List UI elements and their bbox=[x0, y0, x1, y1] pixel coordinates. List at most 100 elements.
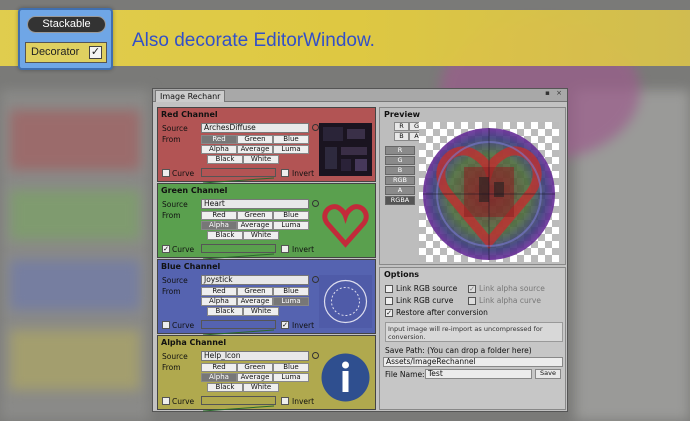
green-from-label: From bbox=[162, 211, 181, 220]
mode-rgb-button[interactable]: RGB bbox=[385, 176, 415, 185]
alpha-from-green-button[interactable]: Green bbox=[237, 363, 273, 372]
window-tab[interactable]: Image Rechanr bbox=[155, 90, 226, 102]
blue-channel-panel: Blue Channel Source Joystick From Red Green Bl… bbox=[157, 259, 376, 336]
red-from-white-button[interactable]: White bbox=[243, 155, 279, 164]
alpha-curve-checkbox[interactable] bbox=[162, 397, 170, 405]
red-source-field[interactable]: ArchesDiffuse bbox=[201, 123, 309, 133]
alpha-object-picker-icon[interactable] bbox=[312, 352, 319, 359]
green-source-field[interactable]: Heart bbox=[201, 199, 309, 209]
red-from-luma-button[interactable]: Luma bbox=[273, 145, 309, 154]
restore-row[interactable]: ✓ Restore after conversion bbox=[385, 308, 488, 317]
alpha-source-field[interactable]: Help_Icon bbox=[201, 351, 309, 361]
decorator-toggle[interactable]: Decorator ✓ bbox=[25, 42, 107, 63]
mode-g-button[interactable]: G bbox=[385, 156, 415, 165]
alpha-from-luma-button[interactable]: Luma bbox=[273, 373, 309, 382]
alpha-invert-checkbox[interactable] bbox=[281, 397, 289, 405]
green-from-red-button[interactable]: Red bbox=[201, 211, 237, 220]
green-curve-checkbox[interactable]: ✓ bbox=[162, 245, 170, 253]
green-invert-label: Invert bbox=[292, 245, 315, 254]
red-from-label: From bbox=[162, 135, 181, 144]
preview-r-button[interactable]: R bbox=[394, 122, 409, 131]
blue-object-picker-icon[interactable] bbox=[312, 276, 319, 283]
blue-from-luma-button[interactable]: Luma bbox=[273, 297, 309, 306]
red-from-average-button[interactable]: Average bbox=[237, 145, 273, 154]
green-from-blue-button[interactable]: Blue bbox=[273, 211, 309, 220]
link-alpha-curve-checkbox[interactable] bbox=[468, 297, 476, 305]
window-tab-bar: Image Rechanr ▪ × bbox=[153, 89, 567, 102]
link-alpha-source-label: Link alpha source bbox=[479, 284, 545, 293]
link-rgb-source-checkbox[interactable] bbox=[385, 285, 393, 293]
red-from-alpha-button[interactable]: Alpha bbox=[201, 145, 237, 154]
blue-from-green-button[interactable]: Green bbox=[237, 287, 273, 296]
link-rgb-source-row[interactable]: Link RGB source bbox=[385, 284, 457, 293]
link-alpha-source-row[interactable]: ✓ Link alpha source bbox=[468, 284, 545, 293]
green-from-alpha-button[interactable]: Alpha bbox=[201, 221, 237, 230]
alpha-from-blue-button[interactable]: Blue bbox=[273, 363, 309, 372]
save-button[interactable]: Save bbox=[535, 369, 561, 379]
red-from-row: Black White bbox=[207, 155, 279, 164]
link-alpha-source-checkbox[interactable]: ✓ bbox=[468, 285, 476, 293]
green-from-average-button[interactable]: Average bbox=[237, 221, 273, 230]
blue-curve-checkbox[interactable] bbox=[162, 321, 170, 329]
green-from-white-button[interactable]: White bbox=[243, 231, 279, 240]
green-from-black-button[interactable]: Black bbox=[207, 231, 243, 240]
restore-checkbox[interactable]: ✓ bbox=[385, 309, 393, 317]
green-source-label: Source bbox=[162, 200, 188, 209]
mode-rgba-button[interactable]: RGBA bbox=[385, 196, 415, 205]
alpha-curve-label: Curve bbox=[172, 397, 195, 406]
banner-text: Also decorate EditorWindow. bbox=[132, 30, 375, 51]
window-controls-icon[interactable]: ▪ × bbox=[545, 89, 564, 97]
red-channel-title: Red Channel bbox=[161, 110, 218, 119]
red-curve-field[interactable] bbox=[201, 168, 276, 184]
blue-from-white-button[interactable]: White bbox=[243, 307, 279, 316]
mode-r-button[interactable]: R bbox=[385, 146, 415, 155]
alpha-from-red-button[interactable]: Red bbox=[201, 363, 237, 372]
red-from-green-button[interactable]: Green bbox=[237, 135, 273, 144]
red-invert-checkbox[interactable] bbox=[281, 169, 289, 177]
red-object-picker-icon[interactable] bbox=[312, 124, 319, 131]
decorator-checkbox[interactable]: ✓ bbox=[89, 46, 102, 59]
preview-image bbox=[419, 122, 559, 262]
save-path-field[interactable]: Assets/ImageRechannel bbox=[383, 357, 563, 367]
alpha-from-black-button[interactable]: Black bbox=[207, 383, 243, 392]
blue-from-blue-button[interactable]: Blue bbox=[273, 287, 309, 296]
link-rgb-source-label: Link RGB source bbox=[396, 284, 458, 293]
green-invert-checkbox[interactable] bbox=[281, 245, 289, 253]
blue-source-field[interactable]: Joystick bbox=[201, 275, 309, 285]
blue-curve-field[interactable] bbox=[201, 320, 276, 336]
green-from-green-button[interactable]: Green bbox=[237, 211, 273, 220]
green-from-row: Alpha Average Luma bbox=[201, 221, 309, 230]
blue-from-alpha-button[interactable]: Alpha bbox=[201, 297, 237, 306]
options-panel: Options Link RGB source ✓ Link alpha sour… bbox=[379, 267, 566, 410]
red-from-red-button[interactable]: Red bbox=[201, 135, 237, 144]
alpha-channel-title: Alpha Channel bbox=[161, 338, 227, 347]
alpha-curve-field[interactable] bbox=[201, 396, 276, 412]
file-name-field[interactable]: Test bbox=[425, 369, 532, 379]
link-alpha-curve-row[interactable]: Link alpha curve bbox=[468, 296, 541, 305]
red-from-blue-button[interactable]: Blue bbox=[273, 135, 309, 144]
mode-b-button[interactable]: B bbox=[385, 166, 415, 175]
link-rgb-curve-row[interactable]: Link RGB curve bbox=[385, 296, 453, 305]
green-object-picker-icon[interactable] bbox=[312, 200, 319, 207]
blue-from-average-button[interactable]: Average bbox=[237, 297, 273, 306]
red-from-black-button[interactable]: Black bbox=[207, 155, 243, 164]
green-from-luma-button[interactable]: Luma bbox=[273, 221, 309, 230]
blue-invert-checkbox[interactable]: ✓ bbox=[281, 321, 289, 329]
blue-curve-label: Curve bbox=[172, 321, 195, 330]
alpha-from-average-button[interactable]: Average bbox=[237, 373, 273, 382]
restore-label: Restore after conversion bbox=[396, 308, 488, 317]
mode-a-button[interactable]: A bbox=[385, 186, 415, 195]
red-curve-checkbox[interactable] bbox=[162, 169, 170, 177]
green-curve-field[interactable] bbox=[201, 244, 276, 260]
conversion-note: Input image will re-import as uncompress… bbox=[385, 322, 563, 342]
alpha-from-white-button[interactable]: White bbox=[243, 383, 279, 392]
decorator-label: Decorator bbox=[31, 46, 80, 58]
blue-from-black-button[interactable]: Black bbox=[207, 307, 243, 316]
blue-from-red-button[interactable]: Red bbox=[201, 287, 237, 296]
blue-from-label: From bbox=[162, 287, 181, 296]
green-source-thumbnail bbox=[319, 199, 372, 252]
alpha-invert-label: Invert bbox=[292, 397, 315, 406]
preview-b-button[interactable]: B bbox=[394, 132, 409, 141]
link-rgb-curve-checkbox[interactable] bbox=[385, 297, 393, 305]
alpha-from-alpha-button[interactable]: Alpha bbox=[201, 373, 237, 382]
